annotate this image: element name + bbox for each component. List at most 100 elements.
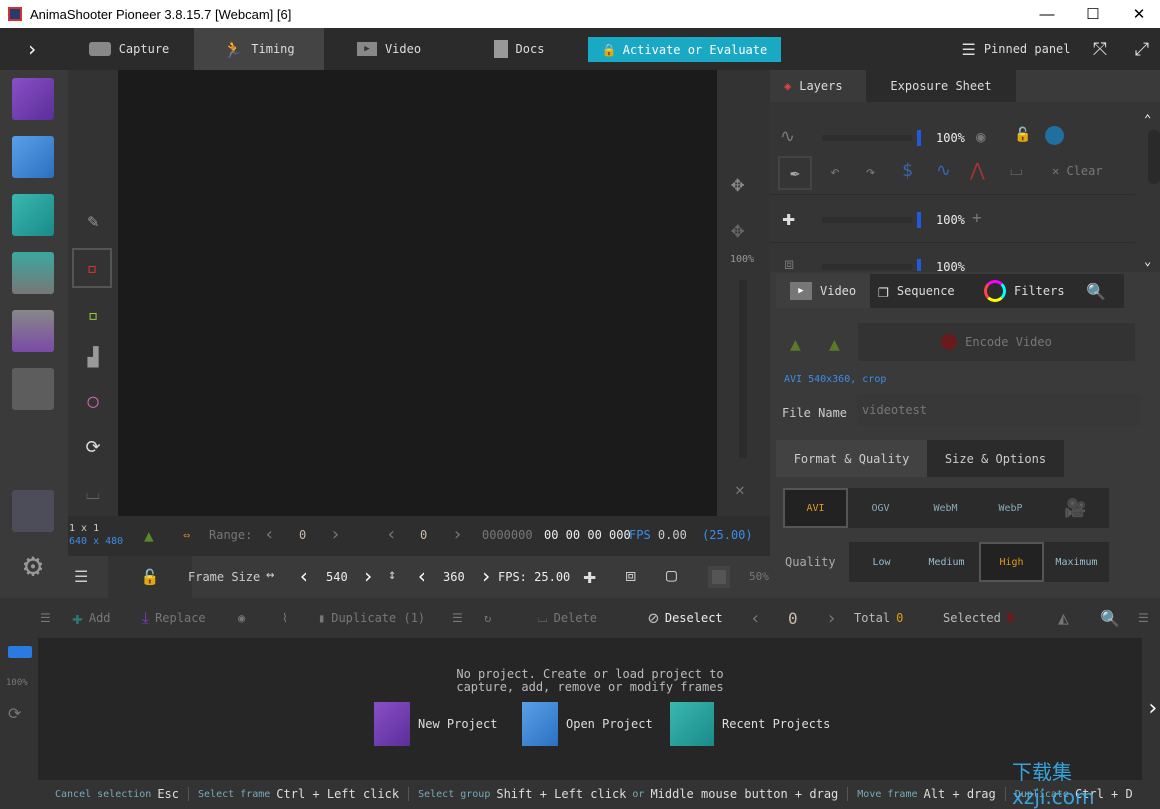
- tab-size-options[interactable]: Size & Options: [927, 440, 1064, 477]
- lock-ratio-button[interactable]: 🔓: [108, 556, 192, 598]
- import-icon[interactable]: [12, 252, 54, 294]
- quality-high[interactable]: High: [979, 542, 1044, 582]
- settings-gear-icon[interactable]: ⚙: [12, 546, 54, 588]
- tab-capture[interactable]: Capture: [64, 28, 194, 70]
- steps-icon[interactable]: ▟: [80, 344, 106, 370]
- s-curve-icon[interactable]: $: [902, 160, 913, 181]
- crop-icon[interactable]: ⧈: [625, 565, 636, 586]
- green-frame-icon[interactable]: ▫: [80, 302, 106, 328]
- red-frame-icon[interactable]: ▫: [72, 248, 112, 288]
- height-decrease[interactable]: ‹: [416, 564, 428, 588]
- frame-height[interactable]: 360: [443, 570, 465, 584]
- open-project-button[interactable]: Open Project: [522, 702, 653, 746]
- close-button[interactable]: ✕: [1116, 0, 1160, 28]
- mirror-icon[interactable]: ◭: [1058, 598, 1069, 638]
- tab-video[interactable]: ▶ Video: [776, 274, 871, 308]
- open-project-icon[interactable]: [12, 136, 54, 178]
- width-decrease[interactable]: ‹: [298, 564, 310, 588]
- polyline-icon[interactable]: ⋀: [970, 160, 985, 181]
- tab-format-quality[interactable]: Format & Quality: [776, 440, 927, 477]
- undo-icon[interactable]: ↶: [830, 162, 840, 181]
- tab-exposure-sheet[interactable]: Exposure Sheet: [866, 70, 1016, 102]
- search-icon[interactable]: 🔍: [1086, 282, 1106, 301]
- frame-width[interactable]: 540: [326, 570, 348, 584]
- tab-video[interactable]: ▶ Video: [324, 28, 454, 70]
- crop-link[interactable]: crop: [862, 374, 886, 385]
- tab-filters[interactable]: Filters: [970, 274, 1079, 308]
- width-increase[interactable]: ›: [362, 564, 374, 588]
- drag-handle-icon[interactable]: ☰: [40, 598, 51, 638]
- quality-maximum[interactable]: Maximum: [1044, 542, 1109, 582]
- frame-rect-icon[interactable]: ▢: [666, 565, 677, 586]
- quality-low[interactable]: Low: [849, 542, 914, 582]
- frames-icon[interactable]: [12, 368, 54, 410]
- add-button[interactable]: ✚ Add: [72, 598, 111, 638]
- center-icon[interactable]: ✥: [731, 218, 744, 243]
- range-start-next[interactable]: ›: [330, 524, 341, 545]
- delete-stroke-icon[interactable]: ⌴: [1010, 160, 1023, 180]
- zoom-slider[interactable]: [739, 280, 747, 458]
- quality-medium[interactable]: Medium: [914, 542, 979, 582]
- pen-tool-icon[interactable]: ✒: [778, 156, 812, 190]
- export-icon[interactable]: [12, 310, 54, 352]
- new-project-icon[interactable]: [12, 78, 54, 120]
- trash-icon[interactable]: ⌴: [80, 480, 106, 506]
- layer-color-swatch[interactable]: [1045, 126, 1064, 145]
- timeline[interactable]: No project. Create or load project to ca…: [38, 638, 1142, 780]
- eye-icon[interactable]: ◉: [238, 598, 245, 638]
- unlock-icon[interactable]: 🔓: [1014, 127, 1031, 143]
- deselect-button[interactable]: ⊘ Deselect: [648, 598, 723, 638]
- tab-timing[interactable]: 🏃 Timing: [194, 28, 324, 70]
- encode-video-button[interactable]: Encode Video: [858, 323, 1135, 361]
- preview-canvas[interactable]: [118, 70, 717, 516]
- reset-close-icon[interactable]: ✕: [735, 480, 745, 499]
- format-webp[interactable]: WebP: [978, 488, 1043, 528]
- color-wheel-icon[interactable]: ◯: [80, 388, 106, 414]
- tab-sequence[interactable]: ❐ Sequence: [864, 274, 969, 308]
- fit-icon[interactable]: ⤧: [1086, 28, 1114, 70]
- refresh-icon[interactable]: ⟳: [80, 434, 106, 460]
- pinned-panel-button[interactable]: ☰ Pinned panel: [956, 28, 1076, 70]
- layer-opacity-slider[interactable]: [822, 135, 912, 141]
- tab-docs[interactable]: Docs: [454, 28, 584, 70]
- sync-icon[interactable]: ⟳: [8, 704, 21, 723]
- height-increase[interactable]: ›: [480, 564, 492, 588]
- file-name-input[interactable]: videotest: [857, 394, 1140, 426]
- replace-button[interactable]: ⤓ Replace: [142, 598, 206, 638]
- move-icon[interactable]: ✥: [731, 172, 744, 197]
- delete-button[interactable]: ⌴ Delete: [538, 598, 597, 638]
- eye-icon[interactable]: ◉: [976, 127, 986, 146]
- movie-camera-icon[interactable]: 🎥: [1043, 488, 1108, 528]
- eyedropper-icon[interactable]: ✎: [80, 208, 106, 234]
- format-ogv[interactable]: OGV: [848, 488, 913, 528]
- scroll-down-icon[interactable]: ⌄: [1144, 254, 1151, 268]
- prev-frame-icon[interactable]: ‹: [750, 598, 761, 638]
- settings-sliders-icon[interactable]: ☰: [74, 567, 88, 586]
- drag-handle-icon[interactable]: ☰: [452, 598, 463, 638]
- expand-chevron-icon[interactable]: ›: [0, 28, 64, 70]
- scrollbar[interactable]: [1148, 130, 1160, 184]
- fps-input[interactable]: 25.00: [534, 570, 570, 584]
- clear-button[interactable]: ✕ Clear: [1052, 164, 1103, 178]
- format-webm[interactable]: WebM: [913, 488, 978, 528]
- scroll-right-icon[interactable]: ›: [1146, 696, 1159, 721]
- next-frame-icon[interactable]: ›: [826, 598, 837, 638]
- activate-button[interactable]: 🔒 Activate or Evaluate: [588, 37, 781, 62]
- filmstrip-icon[interactable]: [8, 646, 32, 658]
- range-end[interactable]: 0: [420, 528, 427, 542]
- recent-projects-icon[interactable]: [12, 194, 54, 236]
- recent-projects-button[interactable]: Recent Projects: [670, 702, 830, 746]
- crop-opacity-slider[interactable]: [822, 264, 912, 270]
- crosshair-icon[interactable]: ✚: [583, 564, 596, 589]
- duplicate-button[interactable]: ▮ Duplicate (1): [318, 598, 425, 638]
- search-folder-icon[interactable]: [12, 490, 54, 532]
- broom-icon[interactable]: ⌇: [282, 598, 288, 638]
- range-end-next[interactable]: ›: [452, 524, 463, 545]
- grid-opacity-slider[interactable]: [822, 217, 912, 223]
- scroll-up-icon[interactable]: ⌃: [1144, 112, 1151, 126]
- rotate-icon[interactable]: ↻: [484, 598, 491, 638]
- tab-layers[interactable]: ◈ Layers: [770, 70, 857, 102]
- range-start-prev[interactable]: ‹: [264, 524, 275, 545]
- range-end-prev[interactable]: ‹: [386, 524, 397, 545]
- menu-icon[interactable]: ☰: [1138, 598, 1149, 638]
